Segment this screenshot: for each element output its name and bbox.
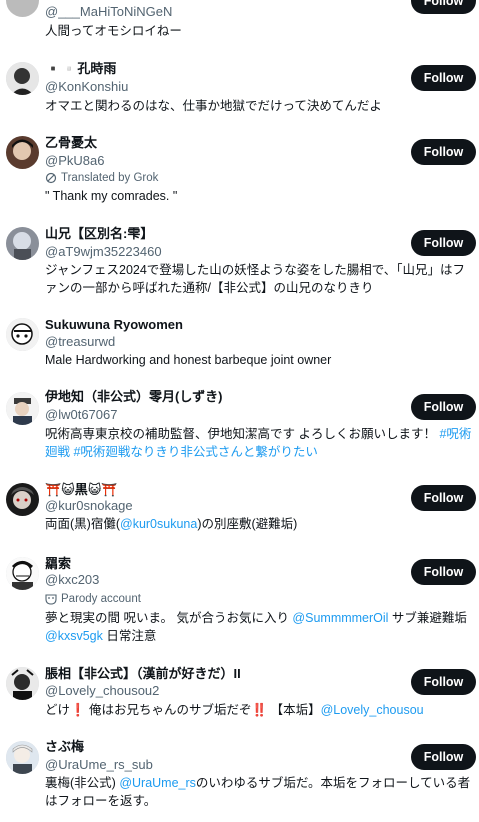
avatar[interactable] (6, 392, 39, 425)
user-cell[interactable]: ⛩️😺黒😺⛩️ @kur0snokage 両面(黒)宿儺(@kur0sukuna… (0, 477, 479, 539)
user-bio: ジャンフェス2024で登場した山の妖怪ような姿をした腸相で、「山兄」はファンの一… (45, 261, 473, 297)
follow-button[interactable]: Follow (411, 230, 476, 256)
user-handle: @Lovely_chousou2 (45, 683, 160, 698)
user-bio: 夢と現実の間 呪いま。 気が合うお気に入り @SummmmerOil サブ兼避難… (45, 609, 473, 645)
bio-text: " Thank my comrades. " (45, 189, 178, 203)
follow-button[interactable]: Follow (411, 669, 476, 695)
avatar[interactable] (6, 483, 39, 516)
bio-text: )の別座敷(避難垢) (197, 517, 298, 531)
user-name[interactable]: ⛩️😺黒😺⛩️ (45, 482, 117, 498)
user-handle: @KonKonshiu (45, 79, 129, 94)
user-name[interactable]: 山兄【区別名:雫】 (45, 226, 153, 242)
bio-link[interactable]: @Lovely_chousou (321, 703, 424, 717)
user-name[interactable]: さぶ梅 (45, 739, 84, 755)
parody-mask-icon (45, 593, 57, 605)
bio-text: 裏梅(非公式) (45, 776, 120, 790)
user-handle: @treasurwd (45, 334, 116, 349)
follow-button[interactable]: Follow (411, 744, 476, 770)
parody-line: Parody account (45, 592, 141, 606)
bio-link[interactable]: @kur0sukuna (120, 517, 197, 531)
user-handle: @___MaHiToNiNGeN (45, 4, 173, 19)
follow-button[interactable]: Follow (411, 394, 476, 420)
user-handle: @lw0t67067 (45, 407, 118, 422)
user-cell[interactable]: 伊地知（非公式）零月(しずき) @lw0t67067 呪術高専東京校の補助監督、… (0, 384, 479, 469)
bio-text: 日常注意 (102, 629, 157, 643)
user-bio: Male Hardworking and honest barbeque joi… (45, 351, 473, 369)
avatar[interactable] (6, 557, 39, 590)
avatar[interactable] (6, 667, 39, 700)
user-cell[interactable]: 脹相【非公式】（漢前が好きだ）II @Lovely_chousou2 どけ❗ 俺… (0, 662, 479, 727)
follow-button[interactable]: Follow (411, 485, 476, 511)
bio-text: 両面(黒)宿儺( (45, 517, 120, 531)
bio-link[interactable]: @UraUme_rs (119, 776, 196, 790)
user-handle: @PkU8a6 (45, 153, 105, 168)
bio-link[interactable]: @SummmmerOil (292, 611, 388, 625)
user-name[interactable]: 伊地知（非公式）零月(しずき) (45, 389, 222, 405)
user-cell[interactable]: さぶ梅 @UraUme_rs_sub 裏梅(非公式) @UraUme_rsのいわ… (0, 736, 479, 822)
bio-text: Male Hardworking and honest barbeque joi… (45, 353, 332, 367)
avatar[interactable] (6, 318, 39, 351)
grok-icon (45, 172, 57, 184)
follow-button[interactable]: Follow (411, 65, 476, 91)
user-bio: オマエと関わるのはな、仕事か地獄でだけって決めてんだよ (45, 97, 473, 115)
user-bio: 呪術高専東京校の補助監督、伊地知潔高です よろしくお願いします！ #呪術廻戦 #… (45, 425, 473, 461)
user-name[interactable]: Sukuwuna Ryowomen (45, 317, 183, 333)
user-bio: どけ❗ 俺はお兄ちゃんのサブ垢だぞ‼️ 【本垢】@Lovely_chousou (45, 701, 473, 719)
user-name[interactable]: ▪️▫️孔時雨 (45, 61, 116, 77)
user-cell[interactable]: ▪️▫️孔時雨 @KonKonshiu オマエと関わるのはな、仕事か地獄でだけっ… (0, 55, 479, 125)
user-bio: 両面(黒)宿儺(@kur0sukuna)の別座敷(避難垢) (45, 515, 473, 533)
avatar[interactable] (6, 0, 39, 17)
avatar[interactable] (6, 741, 39, 774)
user-handle: @kur0snokage (45, 498, 133, 513)
avatar[interactable] (6, 136, 39, 169)
user-handle: @aT9wjm35223460 (45, 244, 162, 259)
bio-text: 夢と現実の間 呪いま。 気が合うお気に入り (45, 611, 293, 625)
translated-line: Translated by Grok (45, 171, 158, 185)
user-cell[interactable]: Sukuwuna Ryowomen @treasurwd Male Hardwo… (0, 312, 479, 372)
user-name[interactable]: 脹相【非公式】（漢前が好きだ）II (45, 666, 241, 682)
user-name[interactable]: 羂索 (45, 556, 71, 572)
avatar[interactable] (6, 227, 39, 260)
user-cell[interactable]: 山兄【区別名:雫】 @aT9wjm35223460 ジャンフェス2024で登場し… (0, 221, 479, 301)
bio-text: どけ❗ 俺はお兄ちゃんのサブ垢だぞ‼️ 【本垢】 (45, 703, 321, 717)
follow-button[interactable]: Follow (411, 0, 476, 14)
parody-label: Parody account (61, 593, 141, 605)
bio-link[interactable]: @kxsv5gk (45, 629, 103, 643)
bio-text: 呪術高専東京校の補助監督、伊地知潔高です よろしくお願いします！ (45, 427, 436, 441)
bio-text: サブ兼避難垢 (388, 611, 467, 625)
bio-text: オマエと関わるのはな、仕事か地獄でだけって決めてんだよ (45, 99, 382, 113)
user-bio: 人間ってオモシロイねー (45, 22, 473, 40)
follow-button[interactable]: Follow (411, 139, 476, 165)
user-bio: " Thank my comrades. " (45, 187, 473, 205)
user-cell[interactable]: @___MaHiToNiNGeN 人間ってオモシロイねー Follow (0, 0, 479, 50)
follow-button[interactable]: Follow (411, 559, 476, 585)
user-cell[interactable]: 羂索 @kxc203 Parody account 夢と現実の間 呪いま。 気が… (0, 551, 479, 651)
translated-label[interactable]: Translated by Grok (61, 171, 158, 185)
user-bio: 裏梅(非公式) @UraUme_rsのいわゆるサブ垢だ。本垢をフォローしている者… (45, 774, 473, 810)
user-name[interactable]: 乙骨憂太 (45, 135, 97, 151)
avatar[interactable] (6, 62, 39, 95)
user-handle: @UraUme_rs_sub (45, 757, 153, 772)
bio-text: 人間ってオモシロイねー (45, 24, 182, 38)
user-handle: @kxc203 (45, 572, 100, 587)
bio-text: ジャンフェス2024で登場した山の妖怪ような姿をした腸相で、「山兄」はファンの一… (45, 263, 466, 295)
user-cell[interactable]: 乙骨憂太 @PkU8a6 Translated by Grok " Thank … (0, 130, 479, 210)
